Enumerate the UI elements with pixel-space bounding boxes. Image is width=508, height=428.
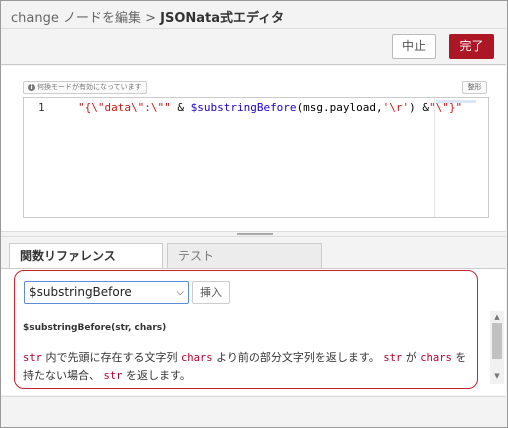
info-icon: i xyxy=(28,84,35,91)
dialog-header: change ノードを編集 > JSONata式エディタ xyxy=(1,1,506,29)
tab-bar: 関数リファレンス テスト xyxy=(1,237,506,269)
function-select[interactable]: $substringBefore ⌵ xyxy=(24,281,189,304)
scroll-up-icon[interactable]: ▲ xyxy=(490,311,504,323)
function-reference-panel: $substringBefore ⌵ 挿入 $substringBefore(s… xyxy=(1,269,506,395)
desc-text: 内で先頭に存在する文字列 xyxy=(41,351,181,364)
tab-function-reference[interactable]: 関数リファレンス xyxy=(9,243,163,269)
mode-badge-text: 何換モードが有効になっています xyxy=(37,83,142,91)
code-string: "{\"data\":\"" xyxy=(78,101,171,114)
mode-badge: i 何換モードが有効になっています xyxy=(23,81,147,94)
code-arg: chars xyxy=(420,352,452,364)
code-editor[interactable]: 1 "{\"data\":\"" & $substringBefore(msg.… xyxy=(23,97,489,218)
done-button[interactable]: 完了 xyxy=(449,34,494,59)
drag-handle-icon[interactable] xyxy=(237,233,273,235)
desc-text: を返します。 xyxy=(122,369,191,382)
code-arg: chars xyxy=(180,352,213,364)
function-signature: $substringBefore(str, chars) xyxy=(23,323,167,333)
insert-button[interactable]: 挿入 xyxy=(192,281,230,304)
format-button[interactable]: 整形 xyxy=(462,81,487,94)
code-arg: str xyxy=(103,370,123,382)
code-text[interactable]: "{\"data\":\"" & $substringBefore(msg.pa… xyxy=(78,101,462,114)
code-string: '\r' xyxy=(382,101,410,114)
code-args: (msg.payload, xyxy=(296,101,383,114)
code-operator: & xyxy=(170,101,191,114)
function-select-value: $substringBefore xyxy=(29,285,132,299)
code-operator: ) & xyxy=(409,101,430,114)
code-arg: str xyxy=(23,352,42,364)
scrollbar-thumb[interactable] xyxy=(492,323,502,359)
dialog-footer xyxy=(1,396,506,426)
code-arg: str xyxy=(383,352,403,364)
scroll-down-icon[interactable]: ▼ xyxy=(490,370,504,382)
desc-text: が xyxy=(402,351,421,364)
desc-text: より前の部分文字列を返します。 xyxy=(212,351,384,364)
chevron-down-icon: ⌵ xyxy=(176,287,184,298)
dialog-title: JSONata式エディタ xyxy=(160,11,285,26)
minimap[interactable] xyxy=(436,100,476,103)
line-number: 1 xyxy=(38,101,45,114)
expression-editor-panel: i 何換モードが有効になっています 整形 1 "{\"data\":\"" & $… xyxy=(1,66,506,231)
scrollbar[interactable]: ▲ ▼ xyxy=(490,311,504,384)
function-description: str 内で先頭に存在する文字列 chars より前の部分文字列を返します。 s… xyxy=(23,349,471,385)
code-function: $substringBefore xyxy=(190,101,297,114)
dialog-toolbar: 中止 完了 xyxy=(1,29,506,65)
tab-test[interactable]: テスト xyxy=(167,243,322,269)
minimap-divider xyxy=(434,98,435,217)
breadcrumb: change ノードを編集 > JSONata式エディタ xyxy=(11,7,284,26)
cancel-button[interactable]: 中止 xyxy=(392,34,436,59)
breadcrumb-prefix: change ノードを編集 > xyxy=(11,11,161,26)
code-line[interactable]: 1 "{\"data\":\"" & $substringBefore(msg.… xyxy=(24,101,462,116)
